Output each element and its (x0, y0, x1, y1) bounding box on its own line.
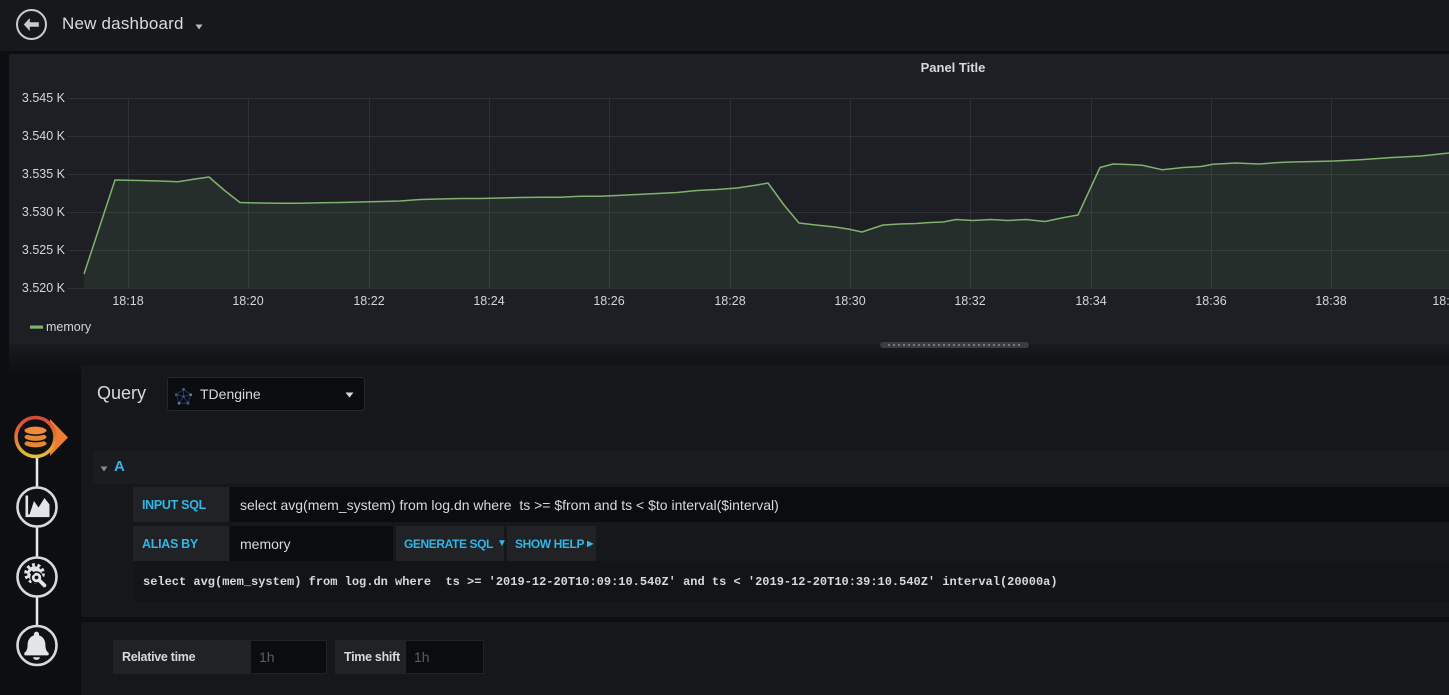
svg-text:18:26: 18:26 (593, 294, 624, 308)
svg-text:18:30: 18:30 (834, 294, 865, 308)
svg-text:3.520 K: 3.520 K (22, 281, 66, 295)
svg-text:3.540 K: 3.540 K (22, 129, 66, 143)
svg-text:18:20: 18:20 (232, 294, 263, 308)
svg-text:3.530 K: 3.530 K (22, 205, 66, 219)
svg-text:18:24: 18:24 (473, 294, 504, 308)
svg-text:3.545 K: 3.545 K (22, 91, 66, 105)
svg-text:18:18: 18:18 (112, 294, 143, 308)
svg-text:memory: memory (46, 320, 92, 334)
svg-text:18:32: 18:32 (954, 294, 985, 308)
svg-text:18:40: 18:40 (1432, 294, 1449, 308)
svg-text:18:22: 18:22 (353, 294, 384, 308)
svg-text:18:38: 18:38 (1315, 294, 1346, 308)
svg-text:3.535 K: 3.535 K (22, 167, 66, 181)
svg-text:18:28: 18:28 (714, 294, 745, 308)
svg-text:18:36: 18:36 (1195, 294, 1226, 308)
svg-text:18:34: 18:34 (1075, 294, 1106, 308)
svg-text:3.525 K: 3.525 K (22, 243, 66, 257)
